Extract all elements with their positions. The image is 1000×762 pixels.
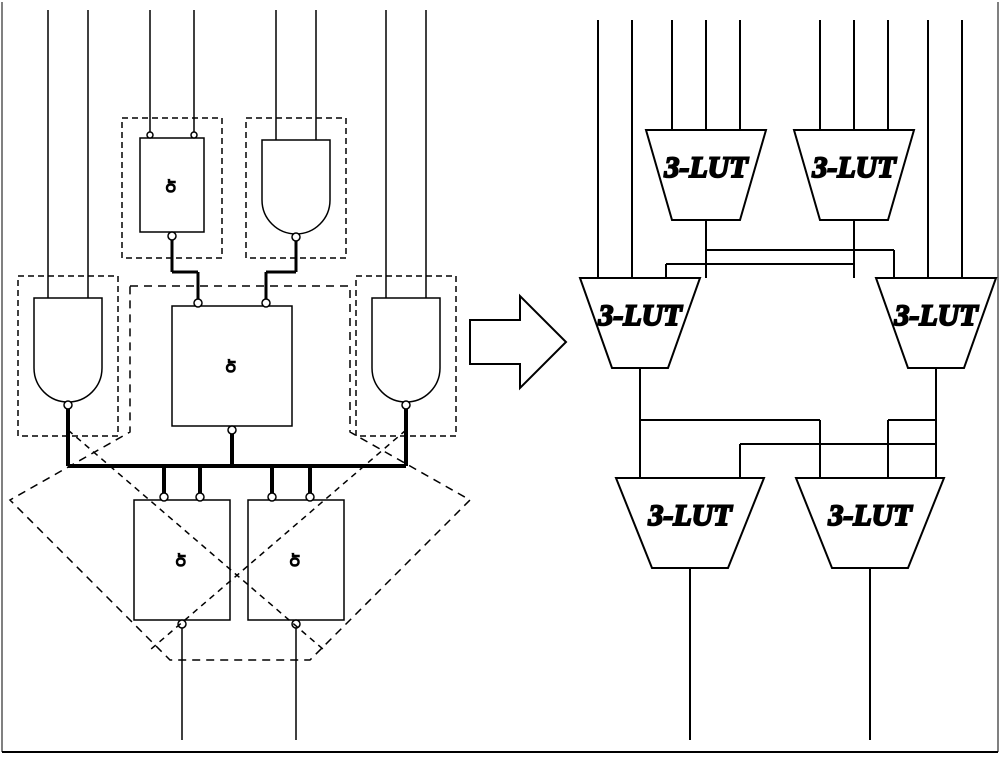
right-lut-net: 3-LUT 3-LUT 3-LUT 3-LUT bbox=[580, 20, 996, 740]
lut-4-label: 3-LUT bbox=[893, 299, 979, 332]
lut-3-label: 3-LUT bbox=[597, 299, 683, 332]
gate-g6 bbox=[134, 493, 230, 740]
gate-g1-label: Or bbox=[164, 179, 178, 192]
lut-2-label: 3-LUT bbox=[811, 151, 897, 184]
gate-g4 bbox=[172, 240, 296, 434]
left-netlist: Or bbox=[10, 10, 470, 740]
transform-arrow-icon bbox=[470, 296, 566, 388]
gate-g6-label: Or bbox=[174, 553, 188, 566]
gate-g7-label: Or bbox=[288, 553, 302, 566]
gate-g1 bbox=[122, 10, 222, 258]
lut-1 bbox=[646, 20, 766, 278]
lut-5-label: 3-LUT bbox=[647, 499, 733, 532]
lut-1-label: 3-LUT bbox=[663, 151, 749, 184]
gate-g3 bbox=[18, 10, 118, 436]
lut-6-label: 3-LUT bbox=[827, 499, 913, 532]
lut-6 bbox=[796, 420, 944, 740]
lut-2 bbox=[794, 20, 914, 278]
gate-g2 bbox=[246, 10, 346, 258]
diagram-svg: Or bbox=[0, 0, 1000, 762]
gate-g5 bbox=[356, 10, 456, 436]
gate-g7 bbox=[248, 493, 344, 740]
diagram-canvas: Or bbox=[0, 0, 1000, 762]
gate-g4-label: Or bbox=[224, 359, 238, 372]
